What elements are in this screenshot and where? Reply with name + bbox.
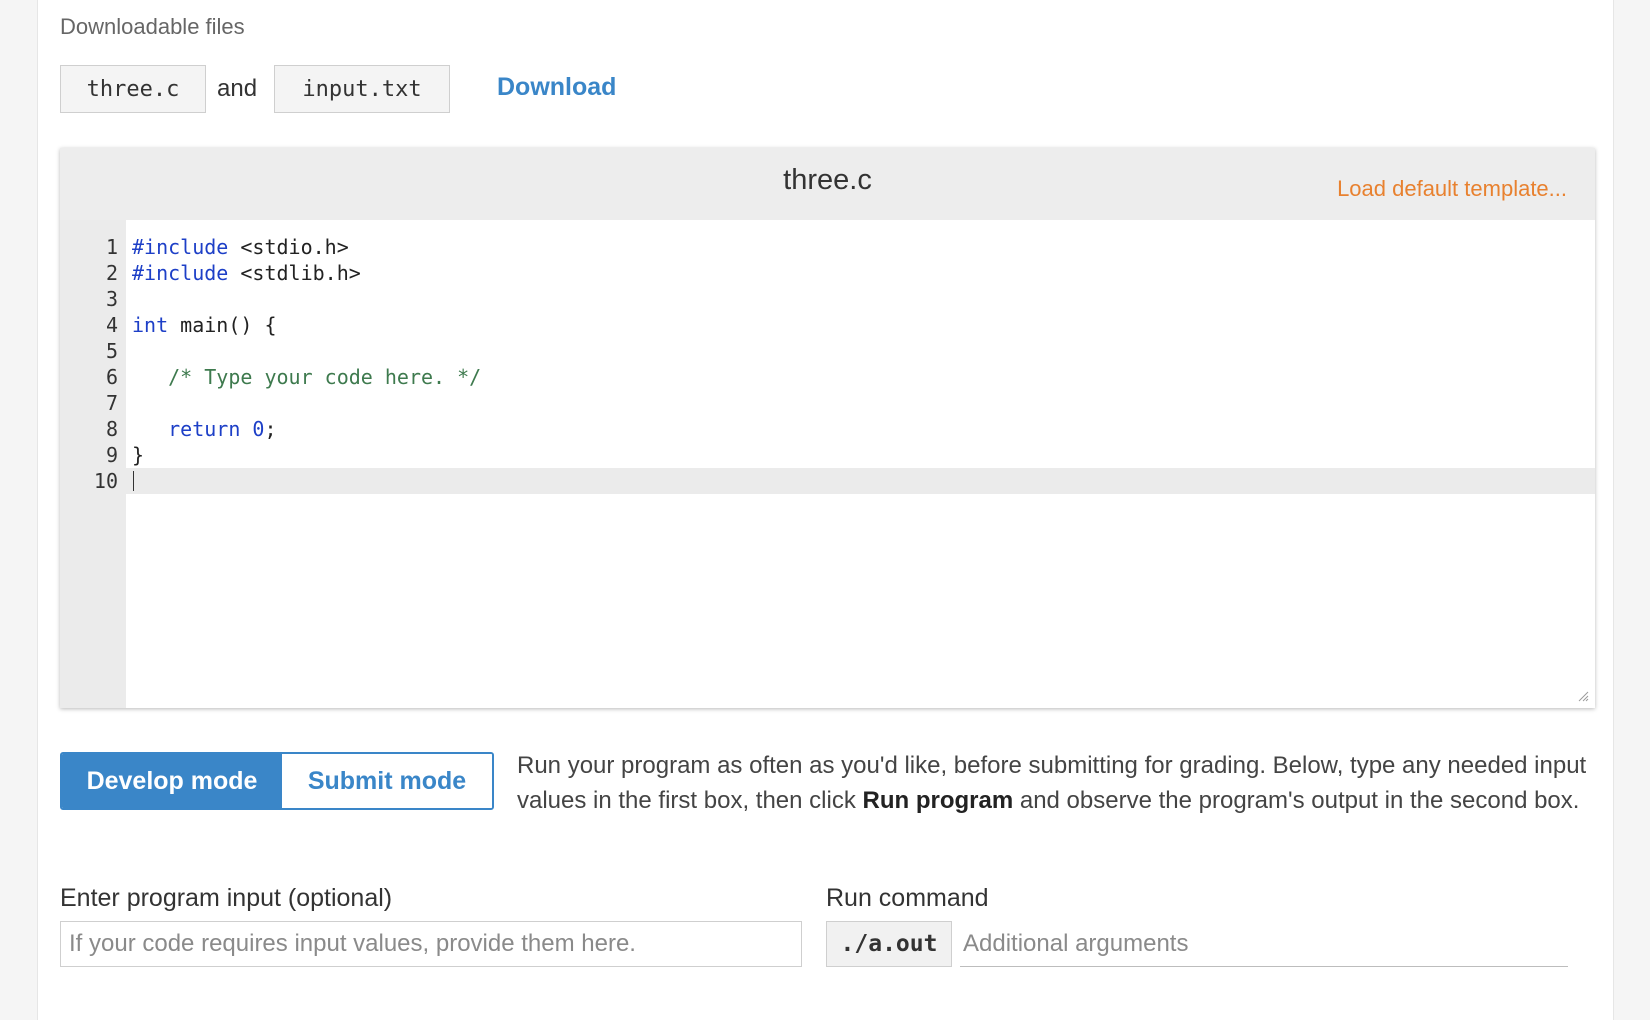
- load-default-template-link[interactable]: Load default template...: [1337, 176, 1567, 202]
- code-token: ;: [264, 417, 277, 441]
- code-line[interactable]: 1 #include <stdio.h>: [60, 234, 1595, 260]
- submit-mode-button[interactable]: Submit mode: [282, 754, 492, 808]
- code-editor: three.c Load default template... 1 #inclu…: [60, 148, 1595, 708]
- line-number: 4: [105, 313, 118, 337]
- line-number: 3: [105, 287, 118, 311]
- file-chip-input-txt: input.txt: [274, 65, 450, 113]
- and-text: and: [217, 75, 258, 102]
- program-input-label: Enter program input (optional): [60, 884, 393, 912]
- code-line[interactable]: 4 int main() {: [60, 312, 1595, 338]
- code-line[interactable]: 3: [60, 286, 1595, 312]
- code-keyword: #include: [132, 235, 229, 259]
- resize-handle-icon[interactable]: [1577, 690, 1589, 702]
- code-line[interactable]: 5: [60, 338, 1595, 364]
- additional-arguments-field[interactable]: [960, 921, 1568, 967]
- line-number: 7: [105, 391, 118, 415]
- code-text: #include <stdio.h>: [132, 234, 349, 260]
- line-number: 9: [105, 443, 118, 467]
- downloadable-files-label: Downloadable files: [60, 14, 245, 39]
- mode-description-text-end: and observe the program's output in the …: [1013, 787, 1580, 814]
- run-command-label: Run command: [826, 884, 989, 912]
- code-text-area[interactable]: 1 #include <stdio.h> 2 #include <stdlib.h> 3…: [60, 220, 1595, 708]
- code-token: }: [132, 443, 145, 467]
- code-text: int main() {: [132, 312, 277, 338]
- run-command-prefix: ./a.out: [826, 921, 952, 967]
- code-text: #include <stdlib.h>: [132, 260, 361, 286]
- code-text: }: [132, 442, 144, 468]
- run-program-emphasis: Run program: [862, 787, 1014, 814]
- code-text: /* Type your code here. */: [132, 364, 481, 390]
- code-line[interactable]: 10: [60, 468, 1595, 494]
- lab-card: Downloadable files three.c and input.txt…: [37, 0, 1614, 1020]
- code-line[interactable]: 2 #include <stdlib.h>: [60, 260, 1595, 286]
- download-link[interactable]: Download: [497, 73, 616, 102]
- code-keyword: #include: [132, 261, 229, 285]
- mode-toggle: Develop mode Submit mode: [60, 752, 494, 810]
- code-line[interactable]: 7: [60, 390, 1595, 416]
- code-token: <stdlib.h>: [228, 261, 361, 285]
- code-keyword: 0: [252, 417, 265, 441]
- line-number: 2: [105, 261, 118, 285]
- line-number: 10: [93, 469, 118, 493]
- text-cursor: [133, 471, 134, 491]
- code-line[interactable]: 9}: [60, 442, 1595, 468]
- code-line[interactable]: 6 /* Type your code here. */: [60, 364, 1595, 390]
- line-number: 1: [105, 235, 118, 259]
- editor-header: three.c Load default template...: [60, 148, 1595, 220]
- code-keyword: int: [132, 313, 169, 337]
- code-text: return 0;: [132, 416, 277, 442]
- code-comment: /* Type your code here. */: [168, 365, 482, 389]
- code-keyword: return: [168, 417, 241, 441]
- line-number: 5: [105, 339, 118, 363]
- code-token: main() {: [168, 313, 277, 337]
- develop-mode-button[interactable]: Develop mode: [62, 754, 282, 808]
- line-number: 8: [105, 417, 118, 441]
- code-line[interactable]: 8 return 0;: [60, 416, 1595, 442]
- code-token: <stdio.h>: [228, 235, 349, 259]
- mode-description: Run your program as often as you'd like,…: [517, 748, 1587, 818]
- program-input-field[interactable]: [60, 921, 802, 967]
- file-chip-three-c: three.c: [60, 65, 206, 113]
- line-number: 6: [105, 365, 118, 389]
